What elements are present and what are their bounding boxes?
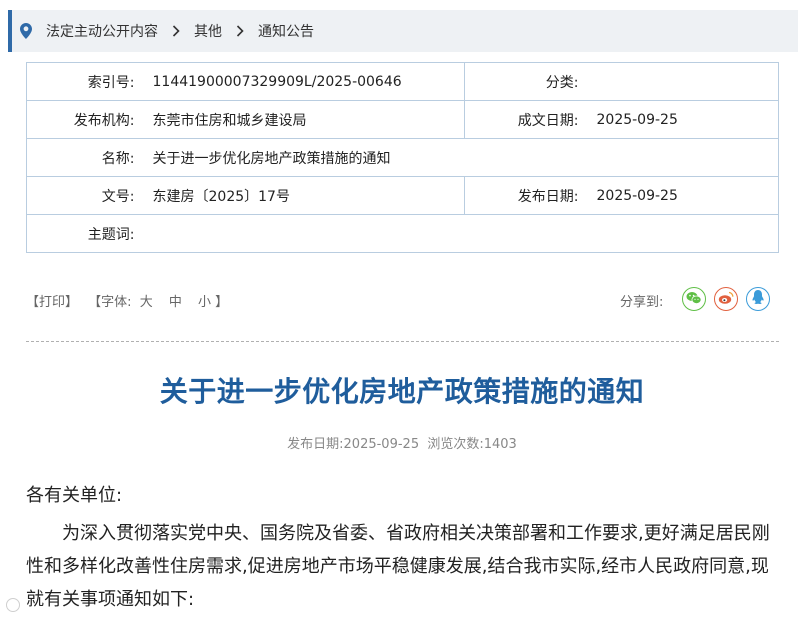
- keywords-label: 主题词:: [26, 214, 147, 253]
- chevron-right-icon: [172, 25, 180, 37]
- written-date-value: 2025-09-25: [590, 100, 779, 139]
- breadcrumb: 法定主动公开内容 其他 通知公告: [8, 10, 798, 52]
- article-paragraph: 为深入贯彻落实党中央、国务院及省委、省政府相关决策部署和工作要求,更好满足居民刚…: [26, 523, 770, 610]
- chevron-right-icon: [236, 25, 244, 37]
- weibo-icon: [718, 290, 734, 309]
- publish-info: 发布日期:2025-09-25 浏览次数:1403: [287, 437, 517, 452]
- qq-share-button[interactable]: [746, 287, 770, 311]
- name-value: 关于进一步优化房地产政策措施的通知: [146, 138, 779, 177]
- salutation: 各有关单位:: [26, 485, 123, 506]
- document-metadata-table: 索引号: 11441900007329909L/2025-00646 分类: 发…: [26, 62, 779, 253]
- category-label: 分类:: [464, 62, 591, 101]
- article-title: 关于进一步优化房地产政策措施的通知: [159, 375, 645, 408]
- qq-icon: [751, 289, 765, 309]
- share-label: 分享到:: [620, 295, 664, 310]
- font-medium-button[interactable]: 中: [169, 295, 182, 310]
- font-large-button[interactable]: 大: [140, 295, 153, 310]
- location-pin-icon: [20, 22, 36, 40]
- print-button[interactable]: 【打印】: [26, 295, 78, 310]
- publish-date-label: 发布日期:: [464, 176, 591, 215]
- page-tools: 【打印】 【字体: 大 中 小 】: [26, 291, 228, 310]
- index-number-label: 索引号:: [26, 62, 147, 101]
- table-row: 主题词:: [26, 214, 779, 253]
- table-row: 发布机构: 东莞市住房和城乡建设局 成文日期: 2025-09-25: [26, 100, 779, 139]
- table-row: 索引号: 11441900007329909L/2025-00646 分类:: [26, 62, 779, 101]
- table-row: 文号: 东建房〔2025〕17号 发布日期: 2025-09-25: [26, 176, 779, 215]
- font-size-suffix: 】: [215, 295, 229, 310]
- font-small-button[interactable]: 小: [198, 295, 211, 310]
- document-number-label: 文号:: [26, 176, 147, 215]
- divider: [26, 341, 779, 342]
- wechat-share-button[interactable]: [682, 287, 706, 311]
- name-label: 名称:: [26, 138, 147, 177]
- breadcrumb-item-other[interactable]: 其他: [194, 21, 222, 41]
- publisher-label: 发布机构:: [26, 100, 147, 139]
- publish-date-value: 2025-09-25: [590, 176, 779, 215]
- document-number-value: 东建房〔2025〕17号: [146, 176, 465, 215]
- font-size-prefix: 【字体:: [88, 295, 132, 310]
- publisher-value: 东莞市住房和城乡建设局: [146, 100, 465, 139]
- watermark: [6, 598, 20, 612]
- weibo-share-button[interactable]: [714, 287, 738, 311]
- written-date-label: 成文日期:: [464, 100, 591, 139]
- table-row: 名称: 关于进一步优化房地产政策措施的通知: [26, 138, 779, 177]
- watermark-logo-icon: [6, 598, 20, 612]
- keywords-value: [146, 214, 779, 253]
- index-number-value: 11441900007329909L/2025-00646: [146, 62, 465, 101]
- breadcrumb-item-public-content[interactable]: 法定主动公开内容: [46, 21, 158, 41]
- wechat-icon: [686, 290, 702, 309]
- breadcrumb-item-notices[interactable]: 通知公告: [258, 21, 314, 41]
- category-value: [590, 62, 779, 101]
